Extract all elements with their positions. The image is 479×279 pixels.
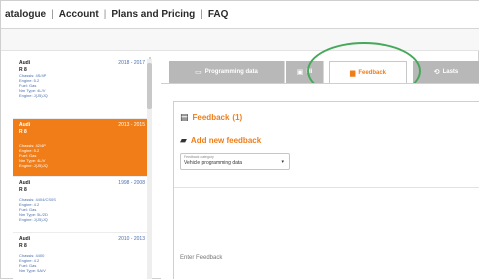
tab-label: Feedback <box>358 69 387 76</box>
detail-tabs: ▭ Programming data ▣ Hi ▆ Feedback ⟲ Las… <box>161 61 479 83</box>
vehicle-item[interactable]: Audi 2018 - 2017 R 8 Chassis: 4S/4P Engi… <box>13 57 149 119</box>
feedback-textarea[interactable]: Enter Feedback <box>180 255 222 261</box>
nav-catalogue-link[interactable]: atalogue <box>5 9 46 20</box>
chip-icon: ▣ <box>296 69 304 76</box>
tab-label: Hi <box>306 69 313 75</box>
nav-separator: | <box>51 9 54 20</box>
feedback-count: (1) <box>232 113 243 122</box>
scrollbar-thumb[interactable] <box>147 63 152 109</box>
feedback-icon: ▆ <box>349 69 356 77</box>
top-navigation: atalogue | Account | Plans and Pricing |… <box>1 1 479 29</box>
vehicle-years: 1998 - 2008 <box>118 180 145 186</box>
vehicle-make: Audi <box>19 236 31 242</box>
vehicle-model: R 8 <box>19 129 27 135</box>
add-feedback-label: Add new feedback <box>190 136 262 145</box>
vehicle-years: 2018 - 2017 <box>118 60 145 66</box>
tab-lasts[interactable]: ⟲ Lasts <box>413 61 479 83</box>
vehicle-item[interactable]: Audi 2010 - 2013 R 8 Chassis: 4400 Engin… <box>13 233 149 279</box>
nav-faq-link[interactable]: FAQ <box>208 9 229 20</box>
nav-plans-link[interactable]: Plans and Pricing <box>111 9 195 20</box>
vehicle-spec: Engine: J(J5)JQ <box>19 93 48 98</box>
feedback-heading: ▤ Feedback (1) <box>180 112 242 123</box>
vehicle-make: Audi <box>19 60 31 66</box>
tab-programming-data[interactable]: ▭ Programming data <box>169 61 285 83</box>
tab-feedback[interactable]: ▆ Feedback <box>329 61 407 83</box>
nav-separator: | <box>200 9 203 20</box>
vehicle-item[interactable]: Audi 1998 - 2008 R 8 Chassis: 4404/CS0S … <box>13 177 149 233</box>
vehicle-make: Audi <box>19 180 31 186</box>
app-window: atalogue | Account | Plans and Pricing |… <box>0 0 479 279</box>
feedback-category-select[interactable]: Feedback category Vehicle programming da… <box>180 153 290 170</box>
vehicle-model: R 8 <box>19 187 27 193</box>
sub-header-bar <box>1 29 479 51</box>
select-value: Vehicle programming data <box>184 160 243 166</box>
vehicle-years: 2010 - 2013 <box>118 236 145 242</box>
vehicle-spec: Engine: J(J5)JQ <box>19 217 48 222</box>
tab-label: Lasts <box>442 69 459 75</box>
nav-separator: | <box>103 9 107 20</box>
vehicle-years: 2013 - 2015 <box>118 122 145 128</box>
feedback-panel: ▤ Feedback (1) ▰ Add new feedback Feedba… <box>173 101 479 279</box>
monitor-icon: ▭ <box>195 69 202 76</box>
history-icon: ⟲ <box>433 69 440 76</box>
vehicle-list: Audi 2018 - 2017 R 8 Chassis: 4S/4P Engi… <box>13 57 151 279</box>
vehicle-model: R 8 <box>19 243 27 249</box>
nav-account-link[interactable]: Account <box>59 9 99 20</box>
vehicle-make: Audi <box>19 122 31 128</box>
divider <box>174 187 479 188</box>
vehicle-spec: Nm Type: 5A/V <box>19 268 46 273</box>
add-note-icon: ▰ <box>180 135 187 145</box>
vehicle-list-scrollbar[interactable] <box>147 59 152 279</box>
feedback-title: Feedback <box>192 113 230 122</box>
vehicle-item-selected[interactable]: Audi 2013 - 2015 R 8 Chassis: 42/4P Engi… <box>13 119 149 177</box>
select-caption: Feedback category <box>184 155 214 159</box>
add-feedback-button[interactable]: ▰ Add new feedback <box>180 135 261 146</box>
tab-label: Programming data <box>204 69 258 75</box>
vehicle-spec: Engine: J(J5)JQ <box>19 163 48 168</box>
comment-icon: ▤ <box>180 112 189 122</box>
tab-hi[interactable]: ▣ Hi <box>286 61 324 83</box>
chevron-down-icon: ▾ <box>281 159 284 165</box>
tab-content: ▤ Feedback (1) ▰ Add new feedback Feedba… <box>161 83 479 279</box>
